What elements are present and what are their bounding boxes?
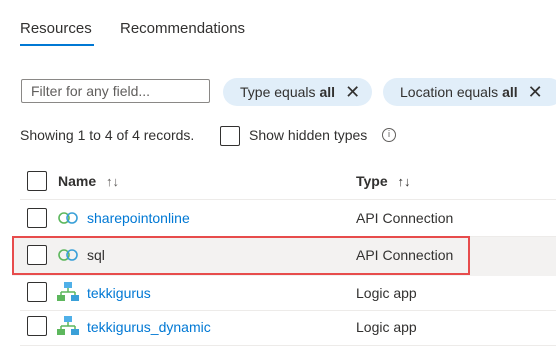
resource-link[interactable]: sharepointonline bbox=[87, 210, 190, 226]
resource-link[interactable]: tekkigurus_dynamic bbox=[87, 319, 211, 335]
row-divider bbox=[20, 310, 556, 311]
filter-input[interactable] bbox=[21, 79, 210, 103]
sort-icon: ↑↓ bbox=[397, 174, 411, 189]
column-label: Type bbox=[356, 173, 388, 189]
column-header-type[interactable]: Type ↑↓ bbox=[356, 173, 411, 189]
row-checkbox[interactable] bbox=[27, 208, 47, 228]
row-checkbox[interactable] bbox=[27, 316, 47, 336]
active-tab-indicator bbox=[20, 44, 94, 46]
close-icon[interactable]: ✕ bbox=[345, 83, 360, 101]
records-summary: Showing 1 to 4 of 4 records. bbox=[20, 127, 195, 143]
type-filter-pill[interactable]: Type equals all ✕ bbox=[223, 78, 372, 106]
resource-link[interactable]: tekkigurus bbox=[87, 285, 151, 301]
tab-recommendations[interactable]: Recommendations bbox=[120, 20, 245, 37]
pill-label: Location equals bbox=[400, 84, 499, 100]
column-label: Name bbox=[58, 173, 97, 189]
select-all-checkbox[interactable] bbox=[27, 171, 47, 191]
resource-type: Logic app bbox=[356, 319, 417, 335]
row-checkbox[interactable] bbox=[27, 282, 47, 302]
sort-icon: ↑↓ bbox=[106, 174, 120, 189]
info-icon[interactable]: i bbox=[382, 128, 396, 142]
pill-label: Type equals bbox=[240, 84, 316, 100]
api-connection-icon bbox=[58, 212, 78, 224]
logic-app-icon bbox=[57, 282, 79, 301]
header-divider bbox=[20, 199, 556, 200]
logic-app-icon bbox=[57, 316, 79, 335]
pill-value: all bbox=[502, 84, 518, 100]
show-hidden-checkbox[interactable] bbox=[220, 126, 240, 146]
column-header-name[interactable]: Name ↑↓ bbox=[58, 173, 119, 189]
resource-type: Logic app bbox=[356, 285, 417, 301]
location-filter-pill[interactable]: Location equals all ✕ bbox=[383, 78, 556, 106]
pill-value: all bbox=[319, 84, 336, 100]
show-hidden-label: Show hidden types bbox=[249, 127, 368, 143]
tab-resources[interactable]: Resources bbox=[20, 20, 92, 37]
resource-type: API Connection bbox=[356, 210, 454, 226]
selection-highlight-box bbox=[12, 236, 470, 275]
row-divider bbox=[20, 345, 556, 346]
close-icon[interactable]: ✕ bbox=[528, 83, 543, 101]
